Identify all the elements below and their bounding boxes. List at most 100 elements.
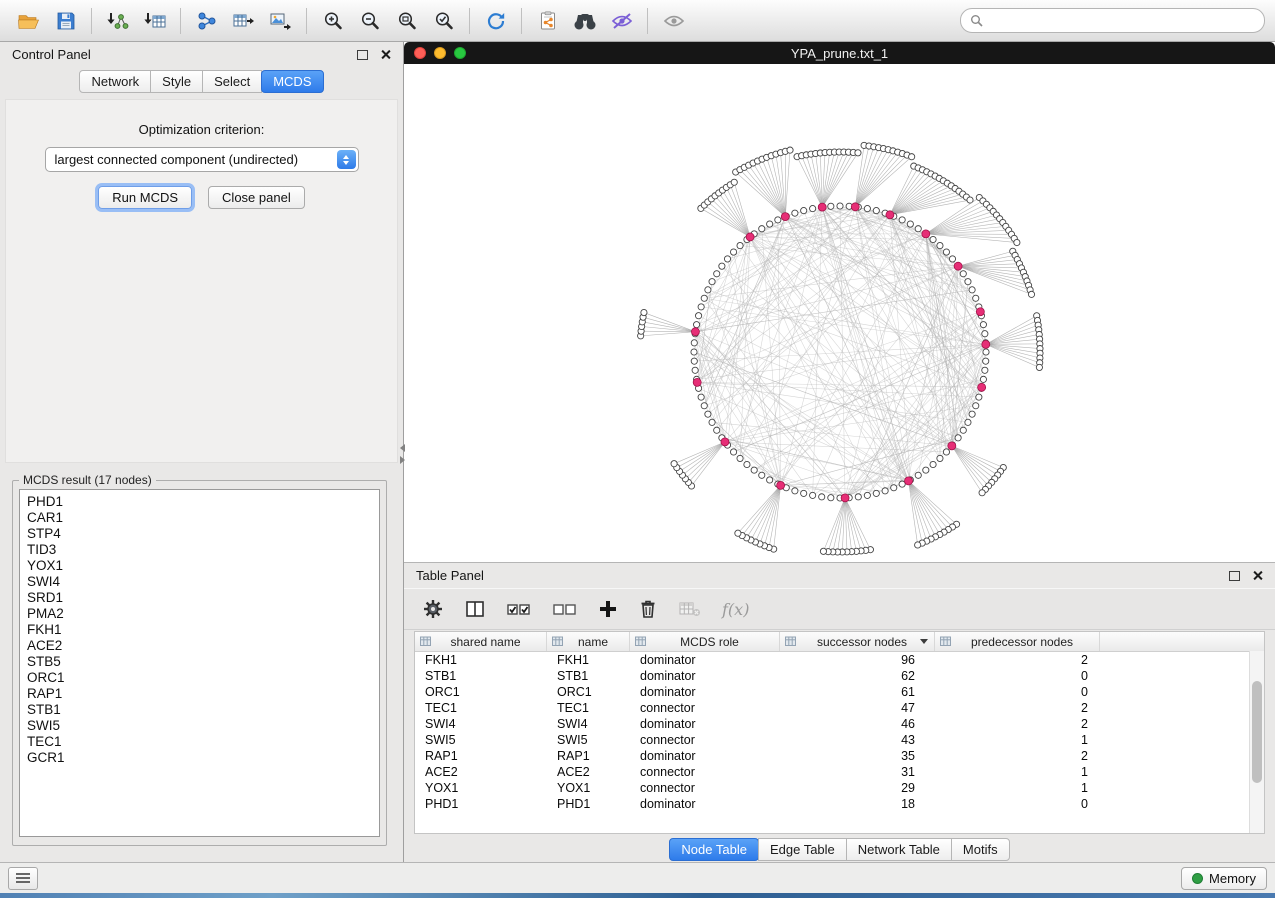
search-input[interactable] (989, 13, 1255, 29)
export-table-icon (232, 10, 256, 32)
table-row[interactable]: YOX1YOX1connector291 (415, 780, 1264, 796)
find-network-button[interactable] (566, 5, 603, 37)
deselect-all-rows-button[interactable] (552, 598, 578, 620)
result-item[interactable]: STP4 (27, 526, 379, 542)
column-header-name[interactable]: name (547, 632, 630, 651)
result-item[interactable]: RAP1 (27, 686, 379, 702)
table-row[interactable]: SWI5SWI5connector431 (415, 732, 1264, 748)
float-panel-icon[interactable] (357, 50, 368, 60)
table-panel: Table Panel (404, 562, 1275, 862)
table-cell: PHD1 (415, 797, 547, 811)
create-column-button[interactable] (598, 599, 618, 619)
panel-toggle-button[interactable] (8, 867, 38, 890)
minimize-window-traffic-light[interactable] (434, 47, 446, 59)
column-type-icon (420, 636, 431, 647)
column-header-shared-name[interactable]: shared name (415, 632, 547, 651)
select-all-rows-button[interactable] (506, 598, 532, 620)
result-item[interactable]: SWI5 (27, 718, 379, 734)
run-mcds-button[interactable]: Run MCDS (98, 186, 192, 209)
scrollbar-thumb[interactable] (1252, 681, 1262, 783)
toolbar-separator (469, 8, 470, 34)
table-scrollbar[interactable] (1249, 651, 1264, 833)
result-item[interactable]: TID3 (27, 542, 379, 558)
maximize-window-traffic-light[interactable] (454, 47, 466, 59)
result-item[interactable]: ORC1 (27, 670, 379, 686)
open-session-button[interactable] (10, 5, 47, 37)
column-header-predecessor-nodes[interactable]: predecessor nodes (935, 632, 1100, 651)
control-panel: Control Panel NetworkStyleSelectMCDS Opt… (0, 42, 404, 862)
result-item[interactable]: CAR1 (27, 510, 379, 526)
table-row[interactable]: RAP1RAP1dominator352 (415, 748, 1264, 764)
zoom-out-button[interactable] (351, 5, 388, 37)
result-item[interactable]: ACE2 (27, 638, 379, 654)
table-row[interactable]: STB1STB1dominator620 (415, 668, 1264, 684)
table-cell: dominator (630, 685, 780, 699)
result-item[interactable]: STB1 (27, 702, 379, 718)
table-row[interactable]: FKH1FKH1dominator962 (415, 652, 1264, 668)
close-panel-icon[interactable] (380, 49, 391, 60)
network-search-box[interactable] (960, 8, 1265, 33)
zoom-fit-button[interactable] (388, 5, 425, 37)
close-panel-button[interactable]: Close panel (208, 186, 305, 209)
export-image-button[interactable] (262, 5, 299, 37)
result-item[interactable]: TEC1 (27, 734, 379, 750)
toolbar-separator (180, 8, 181, 34)
refresh-button[interactable] (477, 5, 514, 37)
tab-edge-table[interactable]: Edge Table (758, 838, 847, 861)
tab-network[interactable]: Network (79, 70, 151, 93)
mcds-result-fieldset: MCDS result (17 nodes) PHD1CAR1STP4TID3Y… (12, 473, 387, 846)
table-cell: 2 (935, 717, 1100, 731)
import-network-icon (106, 10, 130, 32)
main-toolbar (0, 0, 1275, 42)
import-network-button[interactable] (99, 5, 136, 37)
table-row[interactable]: PHD1PHD1dominator180 (415, 796, 1264, 812)
table-row[interactable]: SWI4SWI4dominator462 (415, 716, 1264, 732)
result-item[interactable]: GCR1 (27, 750, 379, 766)
panel-splitter-handle[interactable] (397, 444, 407, 470)
column-header-MCDS-role[interactable]: MCDS role (630, 632, 780, 651)
tab-style[interactable]: Style (150, 70, 203, 93)
tab-motifs[interactable]: Motifs (951, 838, 1010, 861)
show-columns-button[interactable] (464, 598, 486, 620)
table-row[interactable]: ORC1ORC1dominator610 (415, 684, 1264, 700)
zoom-selected-button[interactable] (425, 5, 462, 37)
table-settings-button[interactable] (422, 598, 444, 620)
table-row[interactable]: ACE2ACE2connector311 (415, 764, 1264, 780)
tab-network-table[interactable]: Network Table (846, 838, 952, 861)
delete-column-button[interactable] (638, 598, 658, 620)
tab-select[interactable]: Select (202, 70, 262, 93)
eye-slash-icon (610, 10, 634, 32)
close-panel-icon[interactable] (1252, 570, 1263, 581)
network-graph[interactable] (404, 64, 1275, 562)
export-network-button[interactable] (188, 5, 225, 37)
result-item[interactable]: SRD1 (27, 590, 379, 606)
result-item[interactable]: PHD1 (27, 494, 379, 510)
copy-network-button[interactable] (529, 5, 566, 37)
float-panel-icon[interactable] (1229, 571, 1240, 581)
zoom-out-icon (359, 10, 381, 32)
result-item[interactable]: STB5 (27, 654, 379, 670)
tab-mcds[interactable]: MCDS (261, 70, 323, 93)
result-item[interactable]: SWI4 (27, 574, 379, 590)
column-header-successor-nodes[interactable]: successor nodes (780, 632, 935, 651)
result-item[interactable]: YOX1 (27, 558, 379, 574)
export-table-button[interactable] (225, 5, 262, 37)
close-window-traffic-light[interactable] (414, 47, 426, 59)
network-canvas[interactable] (404, 64, 1275, 562)
column-type-icon (785, 636, 796, 647)
network-window-titlebar[interactable]: YPA_prune.txt_1 (404, 42, 1275, 64)
import-table-button[interactable] (136, 5, 173, 37)
result-item[interactable]: FKH1 (27, 622, 379, 638)
save-session-button[interactable] (47, 5, 84, 37)
zoom-in-button[interactable] (314, 5, 351, 37)
hide-selected-button[interactable] (603, 5, 640, 37)
search-icon (970, 14, 983, 27)
memory-button[interactable]: Memory (1181, 867, 1267, 890)
tab-node-table[interactable]: Node Table (669, 838, 759, 861)
optimization-criterion-select[interactable]: largest connected component (undirected) (45, 147, 359, 172)
result-item[interactable]: PMA2 (27, 606, 379, 622)
show-all-button[interactable] (655, 5, 692, 37)
table-cell: 0 (935, 797, 1100, 811)
eye-icon (662, 10, 686, 32)
table-row[interactable]: TEC1TEC1connector472 (415, 700, 1264, 716)
